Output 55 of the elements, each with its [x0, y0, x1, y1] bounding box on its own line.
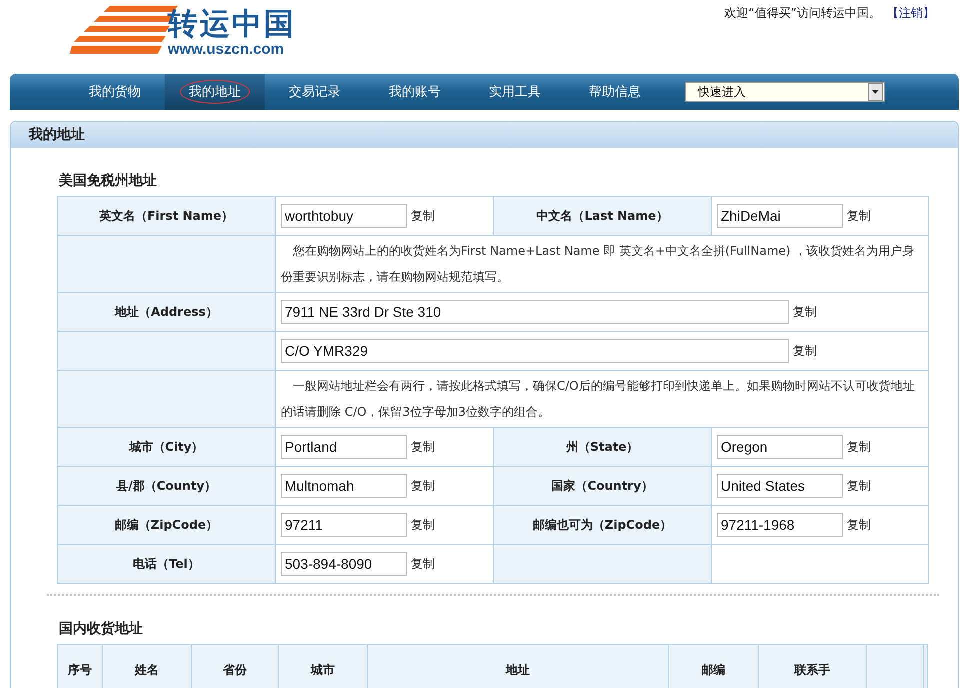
label-cell: 中文名（Last Name） — [494, 196, 712, 236]
label-cell: 邮编也可为（ZipCode） — [494, 506, 712, 544]
logo-title: 转运中国 — [168, 8, 296, 42]
quick-select[interactable]: 快速进入 — [685, 82, 885, 102]
copy-link[interactable]: 复制 — [847, 438, 871, 456]
column-header: 邮编 — [668, 644, 758, 688]
column-header: 序号 — [58, 644, 102, 688]
logo-url: www.uszcn.com — [168, 42, 284, 58]
nav-tab[interactable]: 交易记录 — [265, 74, 365, 110]
input-field[interactable]: Multnomah — [281, 474, 407, 498]
label-cell: 城市（City） — [58, 428, 276, 466]
copy-link[interactable]: 复制 — [847, 208, 871, 224]
note-text: 一般网站地址栏会有两行，请按此格式填写，确保C/O后的编号能够打印到快递单上。如果购物时网站不认可收货地址的话请删除 C/O，保留3位字母加3位数字的组合。 — [281, 378, 916, 421]
label-cell: 地址（Address） — [58, 292, 276, 332]
copy-link[interactable]: 复制 — [793, 342, 817, 360]
label-cell: 邮编（ZipCode） — [58, 506, 276, 544]
input-field[interactable]: worthtobuy — [281, 204, 407, 228]
column-header: 姓名 — [102, 644, 192, 688]
welcome-text: 欢迎“值得买”访问转运中国。 — [724, 5, 881, 22]
copy-link[interactable]: 复制 — [411, 438, 435, 456]
section-title: 美国免税州地址 — [58, 172, 158, 191]
input-field[interactable]: 97211 — [281, 513, 407, 537]
input-field[interactable]: United States — [717, 474, 843, 498]
nav-tab[interactable]: 我的地址 — [165, 74, 265, 110]
column-header: 省份 — [192, 644, 278, 688]
input-field[interactable]: 7911 NE 33rd Dr Ste 310 — [281, 300, 789, 324]
copy-link[interactable]: 复制 — [793, 304, 817, 320]
input-field[interactable]: 97211-1968 — [717, 513, 843, 537]
input-field[interactable]: C/O YMR329 — [281, 339, 789, 363]
nav-tab[interactable]: 我的账号 — [365, 74, 465, 110]
copy-link[interactable]: 复制 — [411, 516, 435, 534]
input-field[interactable]: Oregon — [717, 435, 843, 459]
panel-title: 我的地址 — [11, 122, 958, 148]
copy-link[interactable]: 复制 — [411, 556, 435, 572]
copy-link[interactable]: 复制 — [847, 516, 871, 534]
label-cell: 英文名（First Name） — [58, 196, 276, 236]
label-cell: 州（State） — [494, 428, 712, 466]
section-title: 国内收货地址 — [58, 620, 144, 639]
input-field[interactable]: Portland — [281, 435, 407, 459]
note-text: 您在购物网站上的的收货姓名为First Name+Last Name 即 英文名+中文名全拼(FullName) ，该收货姓名为用户身份重要识别标志，请在购物网站规范填写。 — [281, 243, 916, 286]
copy-link[interactable]: 复制 — [847, 478, 871, 494]
column-header: 城市 — [278, 644, 368, 688]
label-cell: 县/郡（County） — [58, 466, 276, 506]
label-cell: 电话（Tel） — [58, 544, 276, 584]
nav-tab[interactable]: 我的货物 — [65, 74, 165, 110]
column-header: 联系手 — [758, 644, 866, 688]
logout-link[interactable]: 【注销】 — [887, 5, 935, 22]
column-header: 地址 — [368, 644, 668, 688]
nav-tab[interactable]: 实用工具 — [465, 74, 565, 110]
copy-link[interactable]: 复制 — [411, 208, 435, 224]
input-field[interactable]: ZhiDeMai — [717, 204, 843, 228]
copy-link[interactable]: 复制 — [411, 478, 435, 494]
input-field[interactable]: 503-894-8090 — [281, 552, 407, 576]
nav-tab[interactable]: 帮助信息 — [565, 74, 665, 110]
label-cell: 国家（Country） — [494, 466, 712, 506]
